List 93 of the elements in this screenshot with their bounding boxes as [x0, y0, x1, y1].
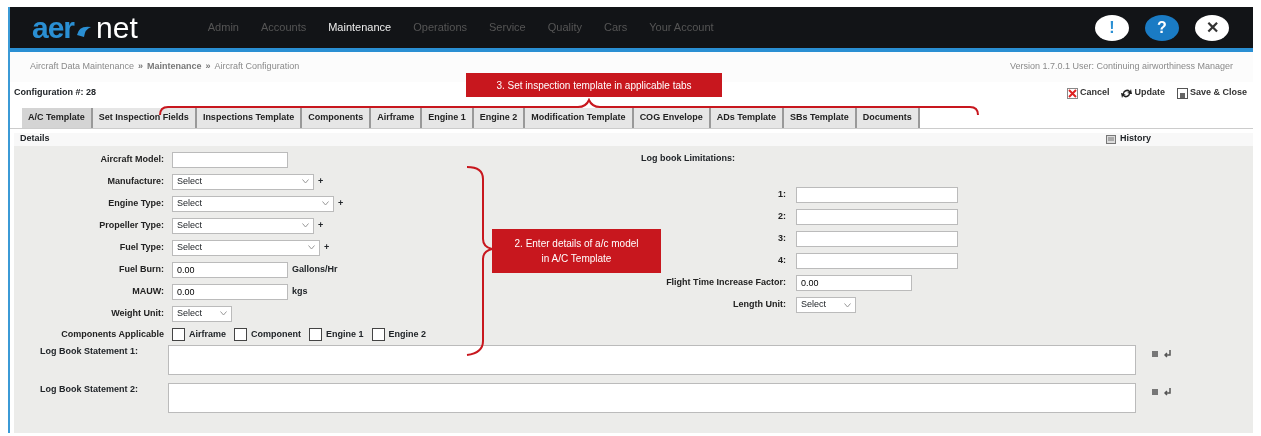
alert-button[interactable]: ! — [1095, 14, 1129, 41]
tab[interactable]: Inspections Template — [196, 108, 303, 128]
select-field[interactable]: Select — [172, 217, 314, 234]
tab[interactable]: A/C Template — [22, 108, 93, 128]
menu-item[interactable]: Maintenance — [328, 19, 392, 36]
field-label: Aircraft Model: — [100, 152, 164, 166]
insert-icon — [1164, 388, 1172, 396]
add-button[interactable]: + — [318, 174, 324, 189]
select-field[interactable]: Select — [172, 195, 334, 212]
insert-icon — [1164, 350, 1172, 358]
breadcrumb-link[interactable]: Aircraft Data Maintenance — [30, 60, 135, 74]
unit-label: kgs — [292, 284, 308, 298]
section-title: Details — [20, 132, 50, 146]
tab[interactable]: Engine 1 — [422, 108, 474, 128]
field-label: 4: — [778, 254, 786, 268]
text-field[interactable] — [796, 253, 958, 269]
breadcrumb-separator: » — [205, 60, 211, 74]
tab[interactable]: Modification Template — [525, 108, 634, 128]
chevron-icon — [844, 302, 851, 308]
number-field[interactable]: 0.00 — [796, 275, 912, 291]
checkbox[interactable] — [172, 327, 185, 341]
text-field[interactable] — [796, 231, 958, 247]
number-field[interactable]: 0.00 — [172, 283, 288, 300]
section-label: Log book Limitations: — [641, 151, 736, 165]
breadcrumb-separator: » — [138, 60, 144, 74]
tab[interactable]: Engine 2 — [473, 108, 526, 128]
tab[interactable]: Airframe — [371, 108, 423, 128]
add-button[interactable]: + — [324, 240, 330, 255]
logo-text: net — [96, 12, 138, 43]
text-field[interactable] — [796, 209, 958, 225]
text-area[interactable] — [168, 383, 1136, 413]
field-label: Components Applicable — [61, 327, 164, 341]
field-label: Propeller Type: — [99, 218, 164, 232]
tab[interactable]: COG Envelope — [633, 108, 711, 128]
field-label: Manufacture: — [107, 174, 164, 188]
checkbox[interactable] — [309, 327, 322, 341]
close-button[interactable]: ✕ — [1195, 14, 1229, 41]
chevron-icon — [322, 201, 329, 206]
field-label: Length Unit: — [733, 298, 786, 312]
field-label: Log Book Statement 2: — [40, 383, 139, 396]
field-label: Fuel Burn: — [119, 262, 164, 276]
field-label: Log Book Statement 1: — [40, 345, 139, 358]
update-button[interactable]: Update — [1119, 86, 1167, 100]
checkbox[interactable] — [371, 327, 385, 341]
format-icon — [1152, 389, 1158, 395]
field-label: 2: — [778, 210, 786, 224]
unit-label: Gallons/Hr — [292, 262, 338, 276]
configuration-label: Configuration #: 28 — [14, 86, 96, 100]
tab[interactable]: SBs Template — [784, 108, 857, 128]
chevron-icon — [302, 179, 309, 184]
logo-text: aer — [32, 12, 75, 43]
field-label: 1: — [778, 188, 786, 202]
tab[interactable]: ADs Template — [710, 108, 784, 128]
chevron-icon — [302, 223, 309, 228]
checkbox-label: Airframe — [189, 327, 226, 341]
callout-box: 3. Set inspection template in applicable tabs — [466, 73, 722, 97]
history-icon — [1106, 134, 1116, 144]
field-label: MAUW: — [132, 284, 164, 298]
breadcrumb-link[interactable]: Aircraft Configuration — [214, 60, 300, 74]
callout-box: 2. Enter details of a/c model in A/C Template — [492, 229, 661, 273]
select-field[interactable]: Select — [172, 305, 232, 322]
version-text: Version 1.7.0.1 User: Continuing airworthiness Manager — [1009, 60, 1233, 74]
checkbox-label: Engine 1 — [326, 327, 364, 341]
text-field[interactable] — [796, 187, 958, 203]
add-button[interactable]: + — [338, 196, 344, 211]
select-field[interactable]: Select — [172, 173, 314, 190]
chevron-icon — [308, 245, 315, 250]
checkbox-label: Engine 2 — [388, 327, 427, 341]
field-label: Engine Type: — [108, 196, 164, 210]
select-field[interactable]: Select — [172, 239, 320, 256]
history-link[interactable]: History — [1120, 132, 1151, 146]
add-button[interactable]: + — [318, 218, 324, 233]
breadcrumb-link[interactable]: Maintenance — [147, 60, 202, 74]
field-label: Fuel Type: — [119, 240, 164, 254]
field-label: Weight Unit: — [111, 306, 164, 320]
select-field[interactable]: Select — [796, 297, 856, 313]
checkbox[interactable] — [234, 327, 247, 341]
tab[interactable]: Documents — [856, 108, 920, 128]
checkbox-label: Component — [251, 327, 301, 341]
cancel-icon — [1066, 87, 1078, 99]
field-label: Flight Time Increase Factor: — [666, 276, 786, 290]
document-icon — [1176, 87, 1188, 99]
text-field[interactable] — [172, 151, 288, 168]
save-close-button[interactable]: Save & Close — [1174, 86, 1249, 100]
cancel-button[interactable]: Cancel — [1064, 86, 1112, 100]
field-label: 3: — [778, 232, 786, 246]
help-button[interactable]: ? — [1145, 14, 1179, 41]
refresh-icon — [1121, 87, 1133, 99]
tab[interactable]: Components — [302, 108, 372, 128]
number-field[interactable]: 0.00 — [172, 261, 288, 278]
tab[interactable]: Set Inspection Fields — [92, 108, 197, 128]
chevron-icon — [220, 311, 227, 316]
format-icon — [1152, 351, 1158, 357]
